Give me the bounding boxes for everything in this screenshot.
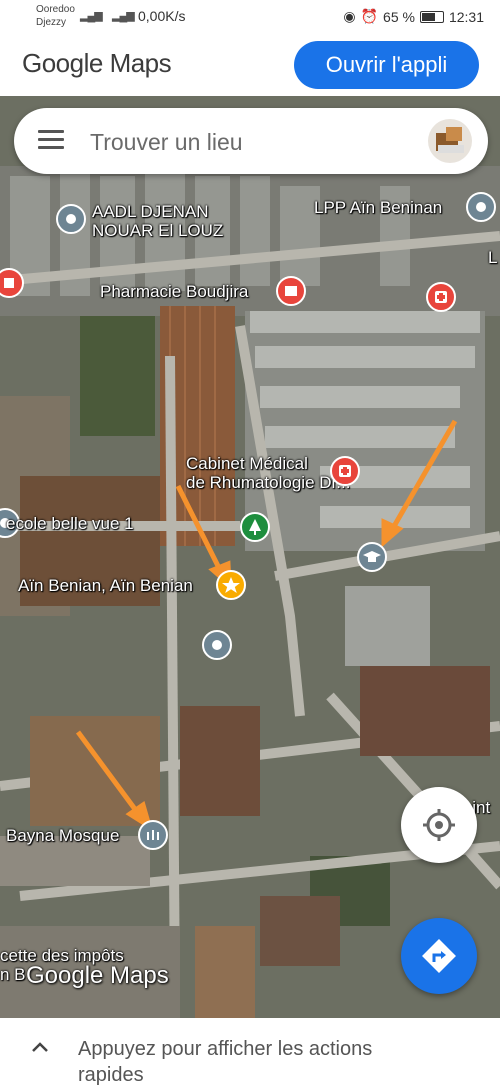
signal-icon-2: ▂▄▆ (112, 10, 135, 22)
my-location-button[interactable] (401, 787, 477, 863)
label-ecole[interactable]: ecole belle vue 1 (6, 514, 134, 533)
medical-pin-icon[interactable] (426, 282, 456, 312)
status-bar: Ooredoo Djezzy ▂▄▆ ▂▄▆ 0,00K/s ◉ ⏰ 65 % … (0, 0, 500, 34)
label-ain-benian[interactable]: Aïn Benian, Aïn Benian (18, 576, 193, 595)
place-pin-icon[interactable] (466, 192, 496, 222)
place-pin-icon[interactable] (56, 204, 86, 234)
quick-actions-panel[interactable]: Appuyez pour afficher les actions rapide… (0, 1018, 500, 1086)
shopping-pin-icon[interactable] (0, 268, 24, 298)
label-aadl[interactable]: AADL DJENAN NOUAR El LOUZ (92, 202, 223, 240)
carrier-info: Ooredoo Djezzy (36, 3, 75, 29)
battery-percent: 65 % (383, 8, 415, 25)
chevron-up-icon[interactable] (30, 1040, 50, 1054)
carrier-name-2: Djezzy (36, 17, 67, 28)
map-view[interactable]: Trouver un lieu AADL DJENAN NOUAR El LOU… (0, 96, 500, 1018)
place-pin-icon[interactable] (202, 630, 232, 660)
signal-icon: ▂▄▆ (80, 10, 103, 22)
carrier-name-1: Ooredoo (36, 4, 75, 15)
starred-place-pin-icon[interactable] (216, 570, 246, 600)
label-pharmacie[interactable]: Pharmacie Boudjira (100, 282, 248, 301)
label-mosque[interactable]: Bayna Mosque (6, 826, 119, 845)
alarm-icon: ⏰ (360, 8, 379, 24)
user-avatar[interactable] (428, 119, 472, 163)
label-cabinet[interactable]: Cabinet Médical de Rhumatologie Dr... (186, 454, 350, 492)
clock: 12:31 (448, 8, 484, 25)
app-header: Google Maps Ouvrir l'appli (0, 34, 500, 96)
park-pin-icon[interactable] (240, 512, 270, 542)
hamburger-menu-icon[interactable] (38, 130, 64, 150)
satellite-imagery (0, 96, 500, 1018)
medical-pin-icon[interactable] (330, 456, 360, 486)
my-location-icon (423, 809, 455, 841)
eye-icon: ◉ (343, 8, 356, 24)
google-maps-logo: Google Maps (22, 48, 172, 78)
directions-icon (422, 939, 456, 973)
label-lpp[interactable]: LPP Aïn Beninan (314, 198, 442, 217)
quick-actions-hint: Appuyez pour afficher les actions rapide… (78, 1038, 373, 1086)
network-speed: 0,00K/s (138, 8, 186, 24)
school-pin-icon[interactable] (357, 542, 387, 572)
google-maps-watermark: Google Maps (26, 962, 169, 989)
search-input[interactable]: Trouver un lieu (90, 129, 243, 156)
open-app-button[interactable]: Ouvrir l'appli (294, 41, 479, 89)
label-edge: L (488, 248, 498, 267)
directions-button[interactable] (401, 918, 477, 994)
search-bar[interactable]: Trouver un lieu (14, 108, 488, 174)
mosque-pin-icon[interactable] (138, 820, 168, 850)
battery-icon (419, 10, 444, 23)
pharmacy-pin-icon[interactable] (276, 276, 306, 306)
